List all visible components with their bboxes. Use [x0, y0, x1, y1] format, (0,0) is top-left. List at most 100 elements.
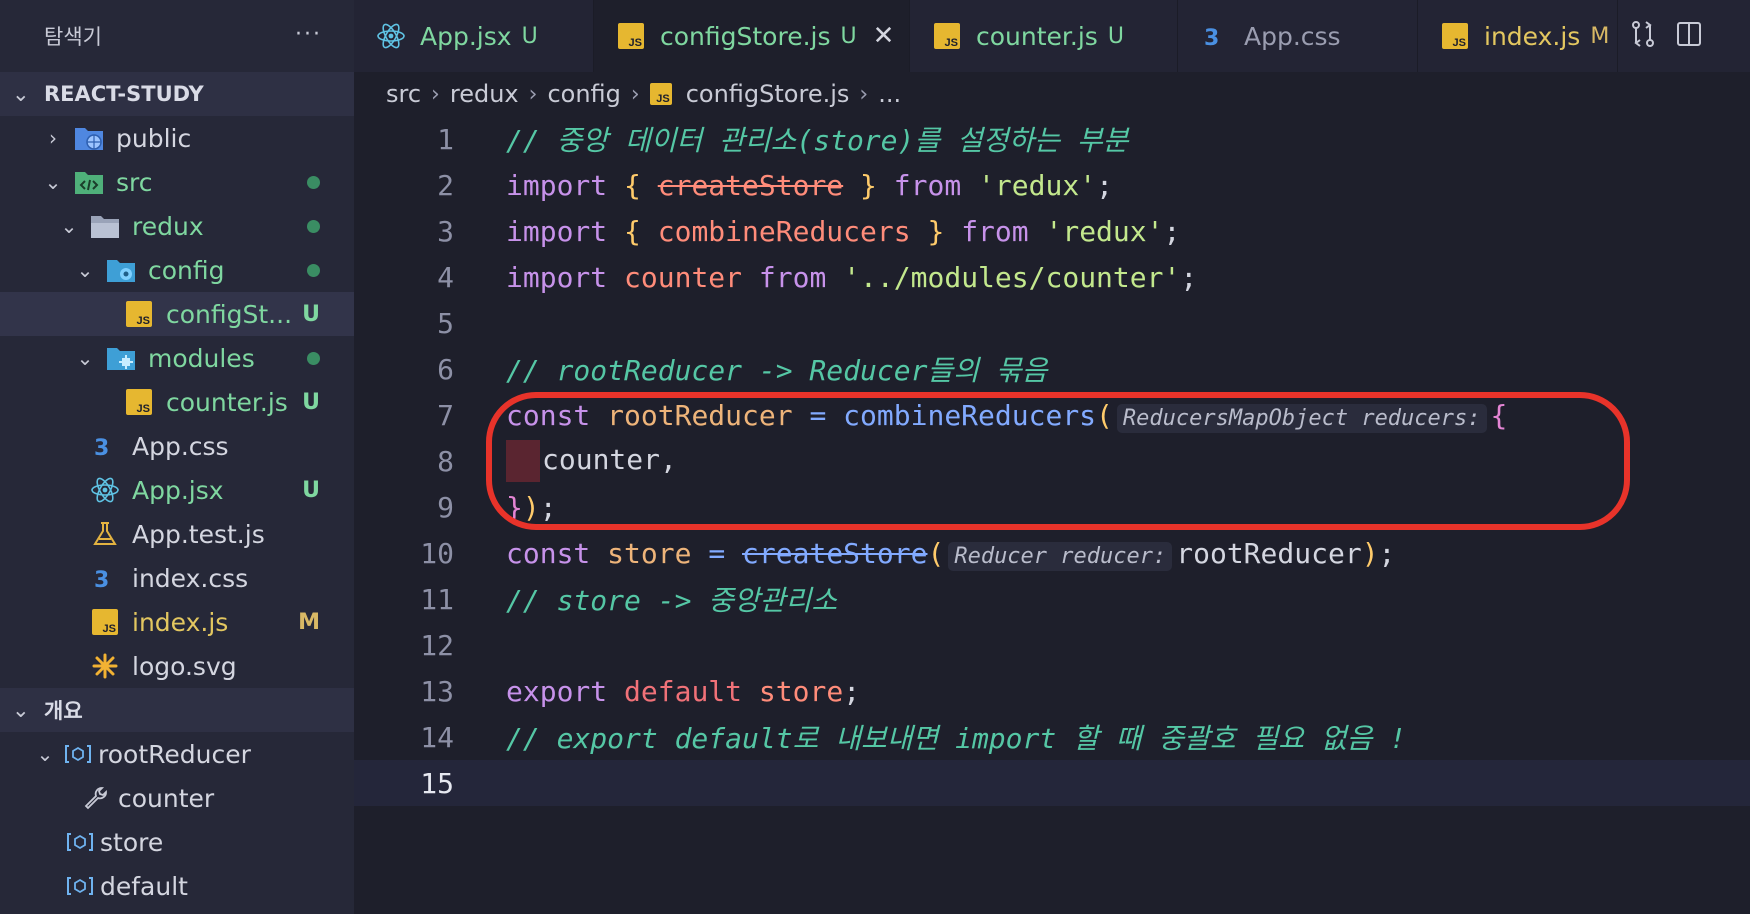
string-literal: 'redux': [978, 168, 1097, 202]
more-actions-icon[interactable]: ···: [295, 22, 322, 47]
annotation-highlight: [486, 392, 1630, 530]
line-number: 8: [437, 444, 454, 478]
js-file-icon: [1440, 21, 1470, 51]
folder-config-icon: [104, 255, 138, 285]
folder-src-icon: [72, 167, 106, 197]
tree-item-label: redux: [132, 211, 204, 241]
breadcrumb-item[interactable]: ...: [878, 80, 901, 108]
git-status-badge: U: [302, 477, 320, 503]
outline-item-rootreducer[interactable]: ⌄ rootReducer: [0, 732, 354, 776]
tree-item-redux[interactable]: ⌄ redux: [0, 204, 354, 248]
variable-icon: [66, 871, 94, 901]
outline-section-header[interactable]: ⌄ 개요: [0, 688, 354, 732]
tab-configstore-js[interactable]: configStore.js U ✕: [594, 0, 910, 72]
git-status-badge: M: [298, 609, 320, 635]
explorer-header: 탐색기 ···: [0, 0, 354, 72]
tree-item-counter[interactable]: counter.js U: [0, 380, 354, 424]
identifier: counter: [624, 260, 743, 294]
tree-item-app-jsx[interactable]: App.jsx U: [0, 468, 354, 512]
tree-item-public[interactable]: › public: [0, 116, 354, 160]
editor-tab-bar: App.jsx U configStore.js U ✕ counter.js …: [354, 0, 1750, 72]
outline-item-store[interactable]: store: [0, 820, 354, 864]
code-comment: // rootReducer -> Reducer들의 묶음: [506, 354, 1048, 387]
code-text: import { combineReducers } from 'redux';: [506, 215, 1180, 248]
keyword: import: [506, 214, 608, 248]
git-status-badge: M: [1590, 23, 1610, 49]
tab-app-jsx[interactable]: App.jsx U: [354, 0, 594, 72]
breadcrumb-separator: ›: [859, 81, 869, 107]
code-line: 3 import { combineReducers } from 'redux…: [354, 208, 1750, 254]
identifier: store: [607, 536, 692, 570]
punctuation: ;: [1378, 536, 1396, 570]
chevron-down-icon: ⌄: [36, 742, 54, 766]
tree-item-label: App.css: [132, 431, 229, 461]
tab-counter-js[interactable]: counter.js U: [910, 0, 1178, 72]
tree-item-configstore[interactable]: configSt... U: [0, 292, 354, 336]
code-text: import counter from '../modules/counter'…: [506, 261, 1197, 294]
folder-public-icon: [72, 123, 106, 153]
project-section-header[interactable]: ⌄ REACT-STUDY: [0, 72, 354, 116]
git-status-badge: U: [302, 301, 320, 327]
tree-item-logo-svg[interactable]: logo.svg: [0, 644, 354, 688]
code-line: 11 // store -> 중앙관리소: [354, 576, 1750, 622]
svg-file-icon: [88, 651, 122, 681]
breadcrumb-item[interactable]: redux: [450, 80, 519, 108]
tree-item-app-css[interactable]: 3 App.css: [0, 424, 354, 468]
tree-item-config[interactable]: ⌄ config: [0, 248, 354, 292]
identifier: combineReducers: [657, 214, 911, 248]
keyword: const: [506, 536, 591, 570]
inlay-hint: Reducer reducer:: [948, 541, 1173, 571]
tree-item-index-css[interactable]: 3 index.css: [0, 556, 354, 600]
css-file-icon: 3: [1200, 21, 1230, 51]
code-line: 12: [354, 622, 1750, 668]
svg-text:3: 3: [1204, 26, 1219, 49]
tree-item-modules[interactable]: ⌄ modules: [0, 336, 354, 380]
tree-item-src[interactable]: ⌄ src: [0, 160, 354, 204]
tree-item-index-js[interactable]: index.js M: [0, 600, 354, 644]
js-file-icon: [88, 607, 122, 637]
code-line-current: 15: [354, 760, 1750, 806]
tree-item-label: counter.js: [166, 387, 288, 417]
punctuation: {: [624, 168, 641, 202]
outline-item-label: counter: [118, 783, 215, 813]
close-icon[interactable]: ✕: [873, 21, 895, 51]
code-text: import { createStore } from 'redux';: [506, 169, 1113, 202]
breadcrumb-item[interactable]: config: [547, 80, 620, 108]
folder-icon: [88, 211, 122, 241]
chevron-down-icon: ⌄: [44, 170, 62, 194]
chevron-down-icon: ⌄: [60, 214, 78, 238]
chevron-down-icon: ⌄: [76, 346, 94, 370]
line-number: 11: [420, 582, 454, 616]
test-file-icon: [88, 519, 122, 549]
keyword: from: [961, 214, 1029, 248]
line-number: 12: [420, 628, 454, 662]
breadcrumb-item[interactable]: configStore.js: [686, 80, 850, 108]
punctuation: }: [927, 214, 945, 248]
compare-changes-icon[interactable]: [1628, 19, 1658, 53]
tree-item-label: App.test.js: [132, 519, 265, 549]
code-line: 5: [354, 300, 1750, 346]
keyword: from: [758, 260, 827, 294]
tab-label: index.js: [1484, 21, 1581, 51]
breadcrumb-item[interactable]: src: [386, 80, 421, 108]
variable-icon: [66, 827, 94, 857]
code-line: 10 const store = createStore(Reducer red…: [354, 530, 1750, 576]
tree-item-label: index.css: [132, 563, 249, 593]
outline-item-default[interactable]: default: [0, 864, 354, 908]
js-file-icon: [649, 83, 672, 105]
breadcrumb: src › redux › config › configStore.js › …: [354, 72, 1750, 116]
split-editor-icon[interactable]: [1674, 19, 1704, 53]
identifier: createStore: [657, 168, 844, 202]
tab-app-css[interactable]: 3 App.css: [1178, 0, 1418, 72]
tab-index-js[interactable]: index.js M: [1418, 0, 1618, 72]
tree-item-label: logo.svg: [132, 651, 237, 681]
breadcrumb-separator: ›: [630, 81, 640, 107]
outline-item-counter[interactable]: counter: [0, 776, 354, 820]
keyword: export: [506, 674, 608, 708]
css-file-icon: 3: [88, 431, 122, 461]
tree-item-app-test[interactable]: App.test.js: [0, 512, 354, 556]
js-file-icon: [932, 21, 962, 51]
code-line: 6 // rootReducer -> Reducer들의 묶음: [354, 346, 1750, 392]
variable-icon: [64, 739, 92, 769]
code-text: export default store;: [506, 675, 860, 708]
